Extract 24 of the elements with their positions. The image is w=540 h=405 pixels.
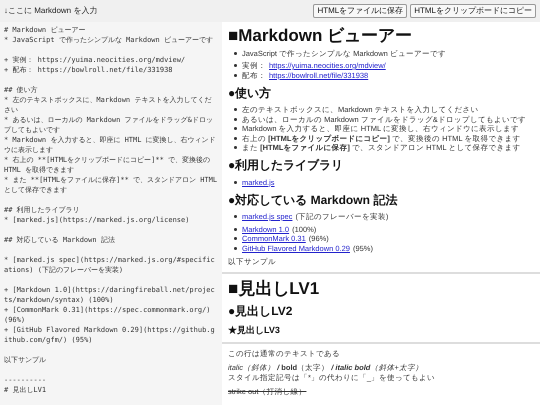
- heading: ●使い方: [228, 86, 272, 100]
- bullet-icon: [234, 215, 237, 218]
- heading: ■Markdown ビューアー: [228, 26, 414, 45]
- bullet-icon: [234, 146, 237, 150]
- bullet-icon: [234, 118, 237, 121]
- heading: ●見出しLV2: [228, 304, 294, 318]
- heading: ●対応している Markdown 記法: [228, 192, 398, 208]
- heading: ●利用したライブラリ: [228, 158, 344, 173]
- bullet-icon: [234, 108, 237, 112]
- bullet-icon: [234, 180, 237, 184]
- bullet-icon: [234, 246, 237, 250]
- bullet-icon: [234, 52, 237, 55]
- toolbar-button[interactable]: HTMLをクリップボードにコピー: [410, 4, 536, 18]
- bullet-icon: [234, 64, 237, 68]
- toolbar-button[interactable]: HTMLをファイルに保存: [313, 4, 408, 18]
- markdown-input-field[interactable]: [0, 22, 222, 405]
- heading: ★見出しLV3: [228, 324, 281, 336]
- editor-label: ↓ここに Markdown を入力: [4, 5, 98, 17]
- bullet-icon: [234, 228, 237, 231]
- bullet-icon: [234, 136, 237, 140]
- heading: ■見出しLV1: [228, 278, 320, 298]
- bullet-icon: [234, 74, 237, 77]
- bullet-icon: [234, 127, 237, 130]
- bullet-icon: [234, 237, 237, 240]
